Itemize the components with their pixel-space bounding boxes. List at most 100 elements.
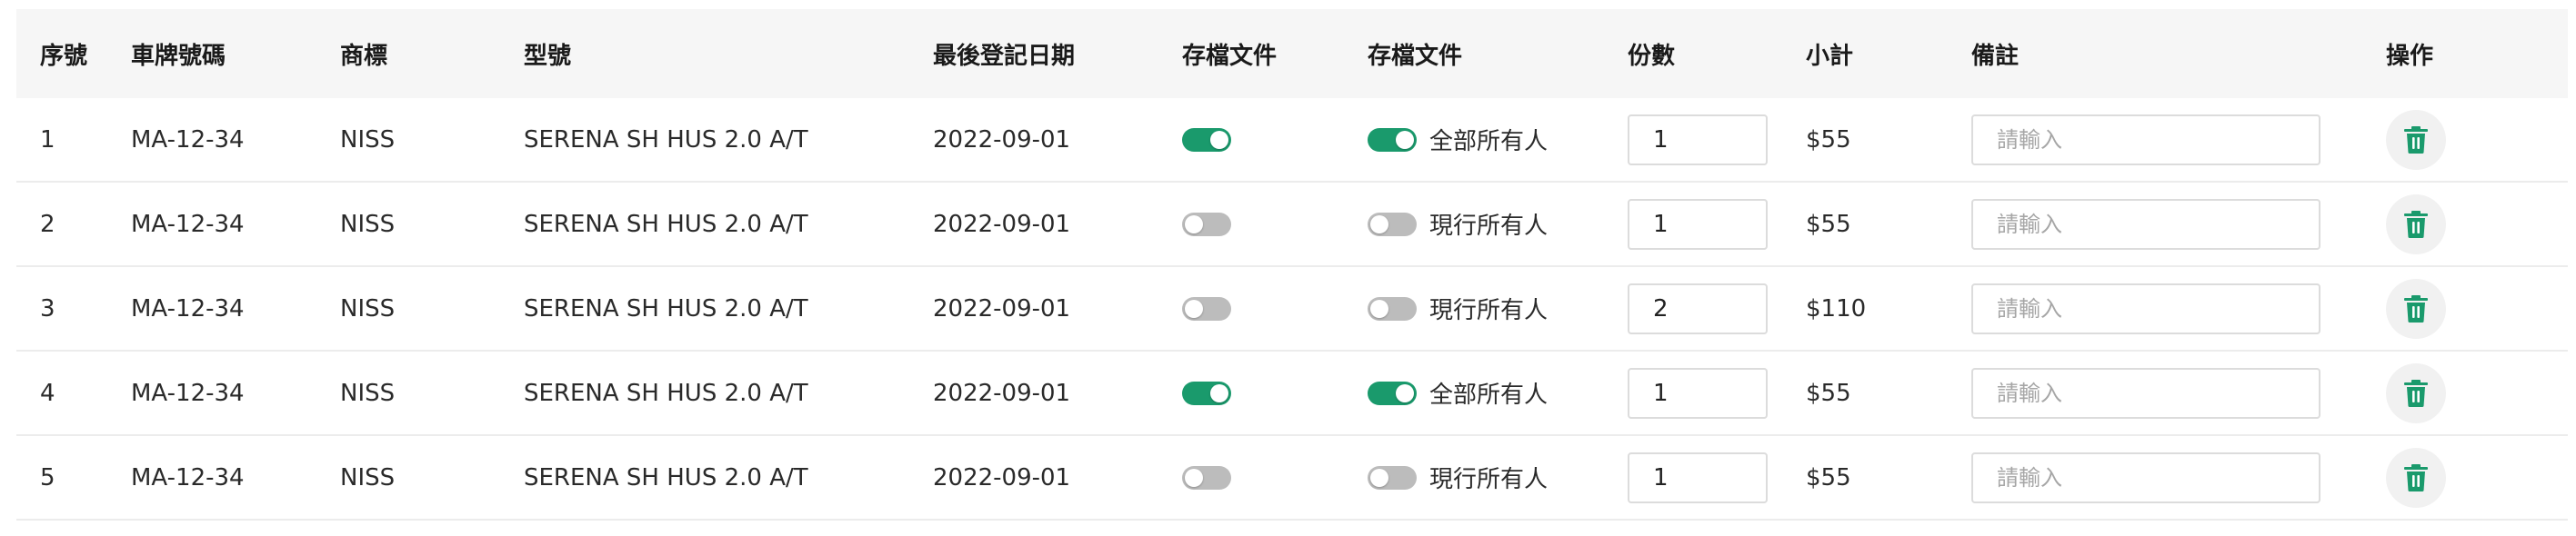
- row-last-reg-text: 2022-09-01: [933, 294, 1071, 323]
- row-brand-text: NISS: [340, 210, 396, 238]
- row-brand-text: NISS: [340, 294, 396, 323]
- row-brand-text: NISS: [340, 125, 396, 154]
- archive-toggle[interactable]: [1182, 381, 1231, 405]
- row-index: 2: [16, 211, 107, 238]
- row-subtotal-text: $55: [1806, 463, 1851, 491]
- row-plate: MA-12-34: [107, 464, 316, 491]
- row-last-reg: 2022-09-01: [909, 295, 1158, 323]
- row-model: SERENA SH HUS 2.0 A/T: [500, 464, 909, 491]
- archive-toggle[interactable]: [1182, 127, 1231, 152]
- trash-icon: [2404, 125, 2428, 154]
- owner-toggle[interactable]: [1368, 127, 1417, 152]
- row-copies: [1604, 452, 1782, 503]
- row-model-text: SERENA SH HUS 2.0 A/T: [524, 125, 808, 154]
- row-model-text: SERENA SH HUS 2.0 A/T: [524, 379, 808, 407]
- row-model-text: SERENA SH HUS 2.0 A/T: [524, 294, 808, 323]
- row-action: [2362, 362, 2568, 423]
- row-plate: MA-12-34: [107, 211, 316, 238]
- row-index-text: 1: [40, 125, 55, 154]
- row-last-reg-text: 2022-09-01: [933, 125, 1071, 154]
- copies-input[interactable]: [1628, 452, 1768, 503]
- row-subtotal: $110: [1782, 295, 1948, 323]
- row-model-text: SERENA SH HUS 2.0 A/T: [524, 463, 808, 491]
- remark-input[interactable]: [1971, 198, 2320, 250]
- remark-input[interactable]: [1971, 283, 2320, 334]
- row-archive-1: [1158, 381, 1344, 405]
- delete-button[interactable]: [2386, 109, 2446, 170]
- owner-toggle-label: 全部所有人: [1429, 382, 1549, 409]
- row-action: [2362, 278, 2568, 339]
- remark-input[interactable]: [1971, 367, 2320, 419]
- trash-icon: [2404, 210, 2428, 238]
- row-subtotal-text: $55: [1806, 210, 1851, 238]
- row-subtotal-text: $55: [1806, 125, 1851, 154]
- vehicle-table: 序號 車牌號碼 商標 型號 最後登記日期 存檔文件 存檔文件 份數 小計 備註 …: [16, 9, 2568, 521]
- toggle-knob: [1370, 468, 1388, 487]
- toggle-knob: [1210, 383, 1228, 402]
- header-archive-1: 存檔文件: [1182, 42, 1278, 70]
- row-model-text: SERENA SH HUS 2.0 A/T: [524, 210, 808, 238]
- row-last-reg: 2022-09-01: [909, 464, 1158, 491]
- header-copies: 份數: [1628, 42, 1676, 70]
- row-remark: [1948, 198, 2362, 250]
- table-row: 3 MA-12-34 NISS SERENA SH HUS 2.0 A/T 20…: [16, 267, 2568, 352]
- row-copies: [1604, 114, 1782, 165]
- copies-input[interactable]: [1628, 198, 1768, 250]
- row-plate-text: MA-12-34: [131, 463, 245, 491]
- row-index: 1: [16, 126, 107, 154]
- toggle-knob: [1396, 130, 1414, 149]
- archive-toggle[interactable]: [1182, 465, 1231, 490]
- archive-toggle[interactable]: [1182, 212, 1231, 236]
- table-row: 1 MA-12-34 NISS SERENA SH HUS 2.0 A/T 20…: [16, 98, 2568, 183]
- delete-button[interactable]: [2386, 194, 2446, 254]
- owner-toggle[interactable]: [1368, 381, 1417, 405]
- copies-input[interactable]: [1628, 367, 1768, 419]
- remark-input[interactable]: [1971, 452, 2320, 503]
- owner-toggle[interactable]: [1368, 212, 1417, 236]
- delete-button[interactable]: [2386, 362, 2446, 423]
- row-brand: NISS: [316, 464, 500, 491]
- row-action: [2362, 109, 2568, 170]
- row-index: 5: [16, 464, 107, 491]
- row-last-reg: 2022-09-01: [909, 126, 1158, 154]
- remark-input[interactable]: [1971, 114, 2320, 165]
- table-row: 5 MA-12-34 NISS SERENA SH HUS 2.0 A/T 20…: [16, 436, 2568, 521]
- toggle-knob: [1210, 130, 1228, 149]
- header-archive-2: 存檔文件: [1368, 42, 1463, 70]
- row-subtotal: $55: [1782, 464, 1948, 491]
- row-remark: [1948, 283, 2362, 334]
- copies-input[interactable]: [1628, 114, 1768, 165]
- row-last-reg-text: 2022-09-01: [933, 463, 1071, 491]
- trash-icon: [2404, 379, 2428, 407]
- owner-toggle[interactable]: [1368, 296, 1417, 321]
- row-model: SERENA SH HUS 2.0 A/T: [500, 211, 909, 238]
- row-brand: NISS: [316, 211, 500, 238]
- row-plate: MA-12-34: [107, 126, 316, 154]
- delete-button[interactable]: [2386, 278, 2446, 339]
- row-subtotal: $55: [1782, 126, 1948, 154]
- row-index: 4: [16, 380, 107, 407]
- toggle-knob: [1185, 214, 1203, 233]
- row-index-text: 4: [40, 379, 55, 407]
- archive-toggle[interactable]: [1182, 296, 1231, 321]
- header-brand: 商標: [340, 42, 388, 70]
- row-last-reg: 2022-09-01: [909, 380, 1158, 407]
- row-plate: MA-12-34: [107, 380, 316, 407]
- table-row: 2 MA-12-34 NISS SERENA SH HUS 2.0 A/T 20…: [16, 183, 2568, 267]
- header-remark: 備註: [1971, 42, 2020, 70]
- copies-input[interactable]: [1628, 283, 1768, 334]
- trash-icon: [2404, 463, 2428, 491]
- owner-toggle-label: 全部所有人: [1429, 128, 1549, 155]
- row-action: [2362, 447, 2568, 508]
- row-remark: [1948, 367, 2362, 419]
- row-brand: NISS: [316, 380, 500, 407]
- row-plate: MA-12-34: [107, 295, 316, 323]
- row-copies: [1604, 367, 1782, 419]
- toggle-knob: [1185, 299, 1203, 318]
- toggle-knob: [1396, 383, 1414, 402]
- delete-button[interactable]: [2386, 447, 2446, 508]
- header-subtotal: 小計: [1806, 42, 1854, 70]
- owner-toggle[interactable]: [1368, 465, 1417, 490]
- row-subtotal-text: $55: [1806, 379, 1851, 407]
- row-plate-text: MA-12-34: [131, 379, 245, 407]
